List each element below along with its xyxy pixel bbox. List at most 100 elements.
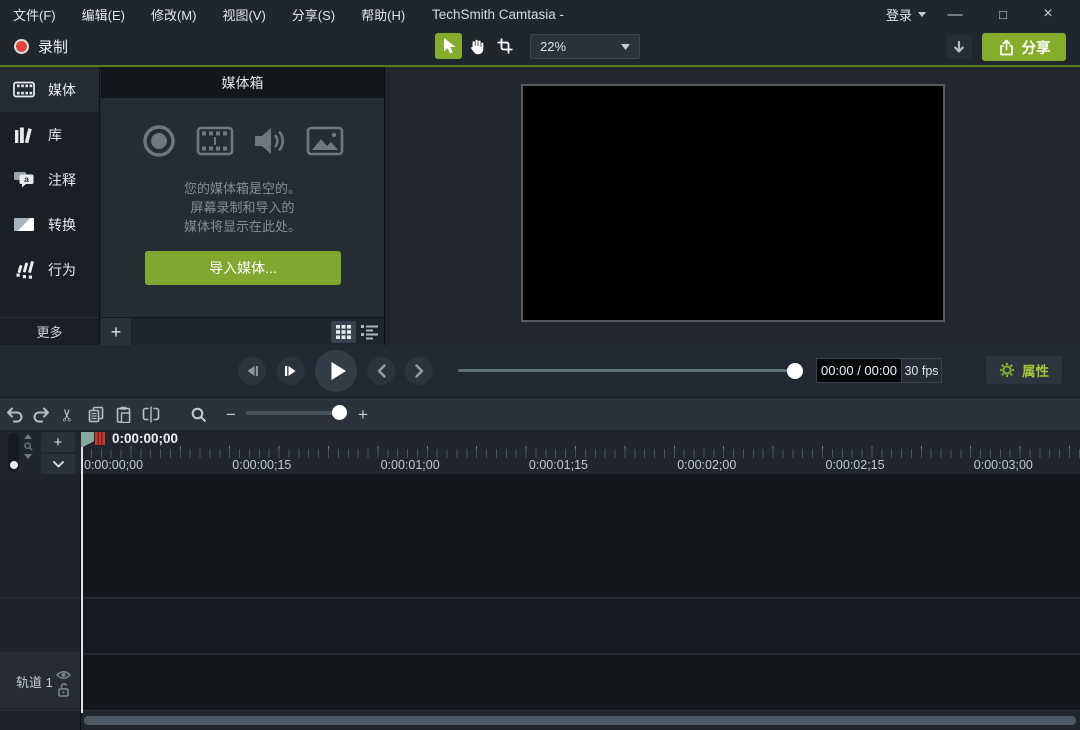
export-local-button[interactable]	[946, 35, 972, 59]
media-bin-bottom-bar: +	[101, 317, 384, 346]
add-track-button[interactable]: +	[41, 432, 75, 452]
sidebar-label: 库	[48, 126, 62, 143]
sidebar-item-library[interactable]: 库	[0, 112, 99, 157]
ruler-label: 0:00:01;15	[528, 458, 588, 472]
zoom-out-button[interactable]: −	[218, 402, 244, 427]
fps-display[interactable]: 30 fps	[901, 359, 941, 382]
pan-tool-button[interactable]	[463, 33, 490, 59]
timeline-zoom-button[interactable]	[186, 402, 212, 427]
menu-modify[interactable]: 修改(M)	[138, 0, 210, 28]
media-bin-empty-text: 您的媒体箱是空的。 屏幕录制和导入的 媒体将显示在此处。	[183, 181, 301, 234]
zoom-in-button[interactable]: +	[350, 402, 376, 427]
menu-edit[interactable]: 编辑(E)	[69, 0, 138, 28]
seek-slider-track[interactable]	[458, 369, 800, 372]
sidebar-label: 行为	[48, 261, 76, 278]
media-bin-empty-icons	[101, 123, 384, 159]
record-button[interactable]: 录制	[8, 33, 74, 60]
menu-share[interactable]: 分享(S)	[279, 0, 348, 28]
cursor-tool-button[interactable]	[435, 33, 462, 59]
track-header-spacer	[0, 474, 80, 598]
playhead-out-marker[interactable]	[95, 432, 105, 445]
menu-view[interactable]: 视图(V)	[209, 0, 278, 28]
playhead-time: 0:00:00;00	[112, 431, 179, 446]
scrollbar-thumb[interactable]	[84, 716, 1076, 725]
list-view-button[interactable]	[357, 321, 382, 343]
canvas-zoom-dropdown[interactable]: 22%	[530, 34, 640, 59]
triangle-up-icon[interactable]	[24, 434, 32, 439]
ruler-labels[interactable]: 0:00:00;00 0:00:00;15 0:00:01;00 0:00:01;15…	[0, 458, 1080, 474]
next-clip-button[interactable]	[405, 357, 433, 385]
sidebar-item-media[interactable]: 媒体	[0, 67, 99, 112]
chevron-right-icon	[414, 364, 423, 378]
cursor-icon	[443, 38, 455, 54]
ruler-label: 0:00:03;00	[973, 458, 1033, 472]
track-height-controls	[23, 434, 33, 459]
tools-sidebar: 媒体 库 a 注释 转换 行为 更多	[0, 67, 100, 345]
grid-view-button[interactable]	[331, 321, 356, 343]
media-bin-title: 媒体箱	[101, 67, 384, 98]
sidebar-item-transitions[interactable]: 转换	[0, 202, 99, 247]
close-button[interactable]: ×	[1033, 0, 1063, 28]
split-icon	[142, 406, 160, 423]
timeline-scrollbar	[0, 710, 1080, 730]
track1-header[interactable]: 轨道 1	[0, 653, 80, 708]
cut-button[interactable]: ✂	[55, 402, 81, 427]
ruler-label: 0:00:01;00	[380, 458, 440, 472]
seek-slider-thumb[interactable]	[787, 363, 803, 379]
caret-down-icon	[621, 43, 630, 50]
chevron-left-icon	[377, 364, 386, 378]
paste-button[interactable]	[110, 402, 136, 427]
maximize-button[interactable]: □	[988, 0, 1018, 28]
step-back-icon	[247, 366, 258, 376]
sidebar-item-annotations[interactable]: a 注释	[0, 157, 99, 202]
share-icon	[999, 39, 1013, 55]
previous-clip-button[interactable]	[367, 357, 395, 385]
sidebar-label: 媒体	[48, 81, 76, 98]
track1-lane[interactable]	[82, 655, 1080, 710]
sidebar-more-button[interactable]: 更多	[0, 317, 99, 345]
play-button[interactable]	[315, 350, 357, 392]
share-button[interactable]: 分享	[982, 33, 1066, 61]
playhead-line[interactable]	[81, 447, 83, 713]
list-icon	[361, 325, 378, 340]
copy-icon	[88, 406, 104, 423]
timeline-toolbar: ✂ − +	[0, 397, 1080, 430]
hand-icon	[471, 39, 484, 54]
timeline-zoom-slider-track[interactable]	[246, 411, 346, 415]
books-icon	[12, 126, 36, 144]
window-title: TechSmith Camtasia -	[432, 6, 565, 22]
video-preview[interactable]	[521, 84, 945, 322]
add-media-button[interactable]: +	[101, 318, 131, 346]
undo-icon	[7, 407, 23, 423]
menu-file[interactable]: 文件(F)	[0, 0, 69, 28]
import-media-button[interactable]: 导入媒体...	[145, 251, 341, 285]
menu-bar: 文件(F) 编辑(E) 修改(M) 视图(V) 分享(S) 帮助(H) Tech…	[0, 0, 1080, 28]
login-label: 登录	[886, 7, 913, 23]
undo-button[interactable]	[2, 402, 28, 427]
speech-bubble-icon: a	[12, 171, 36, 188]
menu-help[interactable]: 帮助(H)	[348, 0, 418, 28]
minimize-button[interactable]: —	[940, 0, 970, 28]
track-lane-empty-upper[interactable]	[82, 474, 1080, 598]
ruler-ticks-minor	[81, 449, 1080, 458]
track-lane-empty-lower[interactable]	[82, 599, 1080, 654]
sidebar-label: 转换	[48, 216, 76, 233]
crop-tool-button[interactable]	[491, 33, 518, 59]
properties-button[interactable]: 属性	[986, 356, 1062, 384]
step-back-button[interactable]	[238, 357, 266, 385]
lock-open-icon[interactable]	[57, 682, 70, 702]
redo-button[interactable]	[28, 402, 54, 427]
split-button[interactable]	[138, 402, 164, 427]
caret-down-icon	[918, 11, 927, 17]
copy-button[interactable]	[83, 402, 109, 427]
sidebar-item-behaviors[interactable]: 行为	[0, 247, 99, 292]
grid-icon	[336, 325, 351, 339]
timeline-zoom-slider-thumb[interactable]	[332, 405, 347, 420]
login-menu[interactable]: 登录	[886, 0, 927, 28]
gear-icon	[999, 362, 1015, 378]
magnifier-icon	[23, 442, 33, 451]
zoom-level-value: 22%	[540, 39, 567, 54]
step-forward-button[interactable]	[277, 357, 305, 385]
share-label: 分享	[1021, 40, 1051, 57]
image-icon	[306, 126, 344, 156]
